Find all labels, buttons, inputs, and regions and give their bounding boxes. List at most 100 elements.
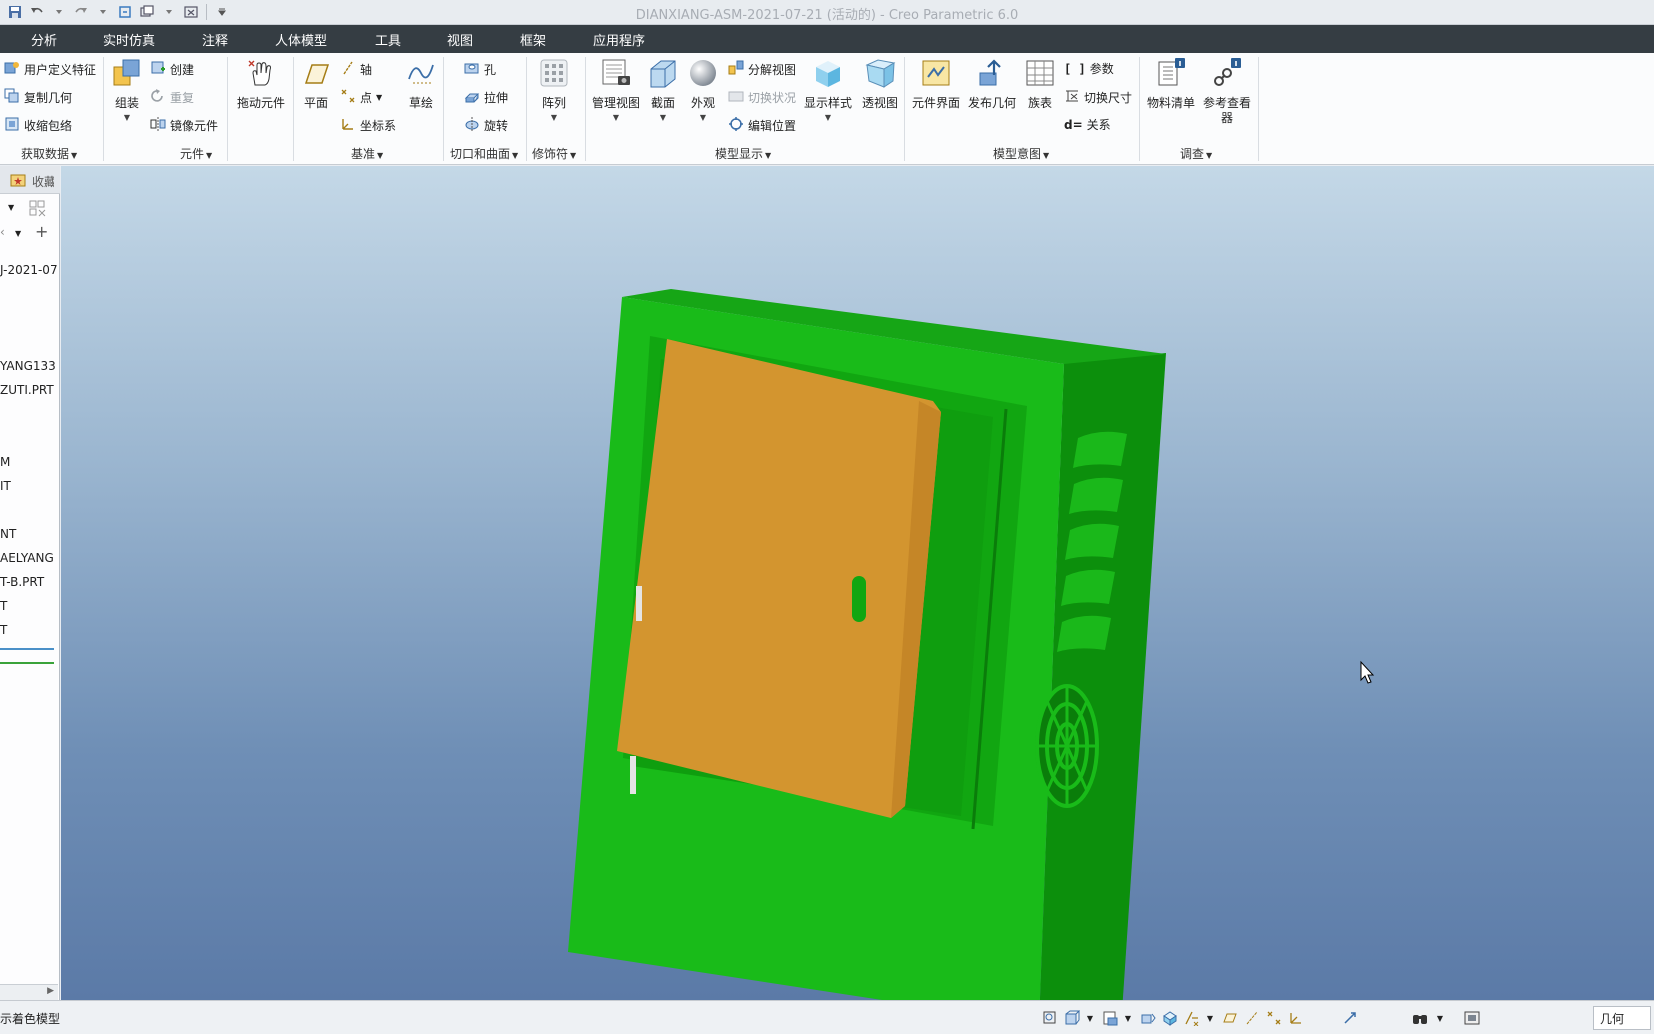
saved-views-icon[interactable] — [1100, 1008, 1120, 1028]
find-dropdown-icon[interactable]: ▼ — [1430, 1008, 1450, 1028]
tree-item[interactable]: NT — [0, 527, 16, 541]
assemble-dropdown-icon[interactable]: ▼ — [124, 113, 130, 122]
tree-item[interactable]: AELYANG — [0, 551, 54, 565]
tab-tools[interactable]: 工具 — [375, 30, 401, 49]
tree-header: 收藏 — [0, 166, 60, 194]
tree-item[interactable]: T-B.PRT — [0, 575, 44, 589]
tree-dropdown-icon[interactable]: ▼ — [8, 203, 14, 212]
tab-framework[interactable]: 框架 — [520, 30, 546, 49]
user-defined-feature-button[interactable]: 用户定义特征 — [4, 60, 96, 79]
tab-applications[interactable]: 应用程序 — [593, 30, 645, 49]
group-label-model-display[interactable]: 模型显示 ▼ — [715, 145, 771, 162]
mirror-component-button[interactable]: 镜像元件 — [150, 116, 218, 135]
tree-item-assembly[interactable]: J-2021-07 — [0, 263, 58, 277]
point-button[interactable]: 点 ▼ — [340, 88, 382, 107]
plane-display-icon[interactable] — [1220, 1008, 1240, 1028]
pattern-dropdown-icon[interactable]: ▼ — [551, 113, 557, 122]
section-dropdown-icon[interactable]: ▼ — [660, 113, 666, 122]
datum-axis-icon — [340, 60, 356, 79]
publish-geometry-button[interactable]: 发布几何 — [966, 57, 1018, 111]
relations-button[interactable]: d= 关系 — [1064, 116, 1111, 133]
selection-filter-icon[interactable] — [1462, 1008, 1482, 1028]
tree-settings-dropdown-icon[interactable]: ▼ — [15, 229, 21, 238]
revolve-button[interactable]: 旋转 — [464, 116, 508, 135]
insert-here-marker[interactable] — [0, 662, 54, 664]
view-cube-icon[interactable] — [1062, 1008, 1082, 1028]
zoom-icon[interactable] — [1040, 1008, 1060, 1028]
drag-component-button[interactable]: 拖动元件 — [233, 57, 289, 111]
axis-display-icon[interactable] — [1242, 1008, 1262, 1028]
add-column-icon[interactable]: + — [35, 222, 48, 241]
tree-item[interactable]: T — [0, 623, 7, 637]
favorites-tab-label[interactable]: 收藏 — [32, 173, 54, 190]
manage-views-dropdown-icon[interactable]: ▼ — [613, 113, 619, 122]
tab-view[interactable]: 视图 — [447, 30, 473, 49]
tree-item[interactable]: IT — [0, 479, 11, 493]
group-label-modifiers[interactable]: 修饰符 ▼ — [532, 145, 576, 162]
door-panel — [617, 339, 941, 818]
reference-viewer-button[interactable]: 参考查看器 — [1200, 57, 1254, 126]
tab-manikin[interactable]: 人体模型 — [275, 30, 327, 49]
tree-horizontal-scrollbar[interactable]: ▶ — [0, 984, 58, 1000]
pattern-button[interactable]: 阵列 ▼ — [536, 57, 572, 122]
extrude-button[interactable]: 拉伸 — [464, 88, 508, 107]
switch-dimensions-button[interactable]: 切换尺寸 — [1064, 88, 1132, 107]
display-style-dropdown-icon[interactable]: ▼ — [825, 113, 831, 122]
edit-position-button[interactable]: 编辑位置 — [728, 116, 796, 135]
assemble-button[interactable]: 组装 ▼ — [109, 57, 145, 122]
tab-realtime-simulation[interactable]: 实时仿真 — [103, 30, 155, 49]
selection-filter-dropdown[interactable]: 几何 — [1593, 1006, 1651, 1030]
appearance-button[interactable]: 外观 ▼ — [686, 57, 720, 122]
csys-display-icon[interactable] — [1286, 1008, 1306, 1028]
appearance-dropdown-icon[interactable]: ▼ — [700, 113, 706, 122]
display-style-status-icon[interactable] — [1160, 1008, 1180, 1028]
display-style-button[interactable]: 显示样式 ▼ — [802, 57, 854, 122]
axis-button[interactable]: 轴 — [340, 60, 372, 79]
tab-annotate[interactable]: 注释 — [202, 30, 228, 49]
toggle-status-button[interactable]: 切换状况 — [728, 88, 796, 107]
component-interface-button[interactable]: 元件界面 — [910, 57, 962, 111]
saved-views-dropdown-icon[interactable]: ▼ — [1118, 1008, 1138, 1028]
bill-of-materials-button[interactable]: 物料清单 — [1145, 57, 1197, 111]
create-button[interactable]: 创建 — [150, 60, 194, 79]
section-button[interactable]: 截面 ▼ — [646, 57, 680, 122]
redraw-icon[interactable] — [1138, 1008, 1158, 1028]
parameters-button[interactable]: [ ] 参数 — [1064, 60, 1114, 77]
point-display-icon[interactable] — [1264, 1008, 1284, 1028]
tree-item[interactable]: YANG133 — [0, 359, 56, 373]
view-cube-dropdown-icon[interactable]: ▼ — [1080, 1008, 1100, 1028]
fan-grille — [1035, 684, 1099, 808]
spin-center-icon[interactable] — [1340, 1008, 1360, 1028]
favorites-tab-icon[interactable] — [10, 172, 26, 191]
scroll-right-arrow-icon[interactable]: ▶ — [47, 986, 54, 996]
datum-display-dropdown-icon[interactable]: ▼ — [1200, 1008, 1220, 1028]
tree-item[interactable]: T — [0, 599, 7, 613]
group-label-component[interactable]: 元件 ▼ — [180, 145, 212, 162]
tree-filter-icon[interactable] — [28, 199, 48, 222]
shrinkwrap-button[interactable]: 收缩包络 — [4, 116, 72, 135]
repeat-button[interactable]: 重复 — [150, 88, 194, 107]
assembly-model-render[interactable] — [61, 166, 1654, 1000]
copy-geometry-button[interactable]: 复制几何 — [4, 88, 72, 107]
group-label-cut-surface[interactable]: 切口和曲面 ▼ — [450, 145, 518, 162]
group-label-investigate[interactable]: 调查 ▼ — [1180, 145, 1212, 162]
explode-view-button[interactable]: 分解视图 — [728, 60, 796, 79]
perspective-button[interactable]: 透视图 — [858, 57, 902, 111]
group-label-datum[interactable]: 基准 ▼ — [351, 145, 383, 162]
group-label-model-intent[interactable]: 模型意图 ▼ — [993, 145, 1049, 162]
datum-display-icon[interactable] — [1182, 1008, 1202, 1028]
manage-views-button[interactable]: 管理视图 ▼ — [590, 57, 642, 122]
tree-item[interactable]: M — [0, 455, 10, 469]
hole-button[interactable]: 孔 — [464, 60, 496, 79]
group-label-get-data[interactable]: 获取数据 ▼ — [21, 145, 77, 162]
coordinate-system-button[interactable]: 坐标系 — [340, 116, 396, 135]
plane-button[interactable]: 平面 — [298, 57, 334, 111]
collapse-icon[interactable]: ‹ — [0, 225, 5, 239]
family-table-button[interactable]: 族表 — [1022, 57, 1058, 111]
find-icon[interactable] — [1410, 1008, 1430, 1028]
tab-analysis[interactable]: 分析 — [31, 30, 57, 49]
sketch-button[interactable]: 草绘 — [404, 57, 438, 111]
tree-item[interactable]: ZUTI.PRT — [0, 383, 54, 397]
graphics-viewport[interactable] — [61, 166, 1654, 1000]
point-dropdown-icon[interactable]: ▼ — [376, 93, 382, 102]
